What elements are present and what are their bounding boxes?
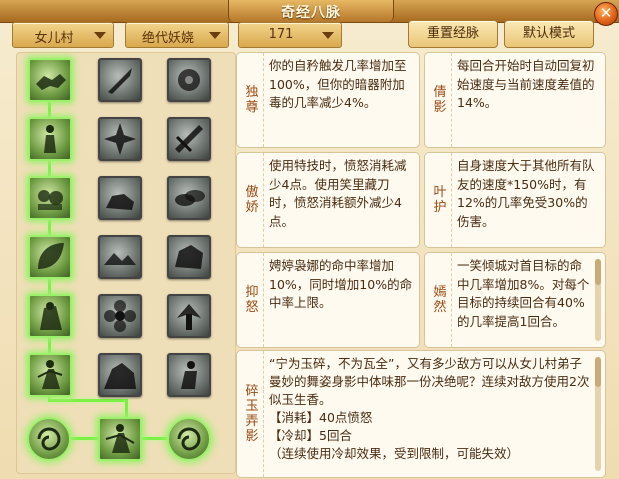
skill-node[interactable]: [167, 58, 211, 102]
scrollbar[interactable]: [595, 259, 601, 341]
skill-name: 独尊: [241, 53, 264, 147]
shuriken-icon: [104, 123, 136, 155]
skill-card: 独尊 你的自矜触发几率增加至100%，但你的暗器附加毒的几率减少4%。: [236, 52, 420, 148]
skill-node[interactable]: [28, 294, 72, 338]
skill-node[interactable]: [167, 294, 211, 338]
skill-desc: 每回合开始时自动回复初始速度与当前速度差值的14%。: [457, 58, 595, 110]
skill-desc: 娉婷袅娜的命中率增加10%，同时增加10%的命中率上限。: [269, 258, 413, 310]
blossom-icon: [178, 69, 200, 91]
cave-icon: [104, 363, 136, 389]
title-plate: 奇经八脉: [228, 0, 394, 22]
sword-slash-icon: [175, 125, 203, 153]
chevron-down-icon: [209, 32, 221, 39]
faction-value: 女儿村: [34, 31, 74, 46]
skill-node[interactable]: [28, 117, 72, 161]
detail-extra: （连续使用冷却效果，受到限制，可能失效）: [269, 446, 520, 461]
detail-name: 碎玉弄影: [241, 351, 264, 477]
default-mode-button[interactable]: 默认模式: [504, 20, 594, 48]
scrollbar[interactable]: [595, 357, 601, 471]
crouching-beast-icon: [106, 194, 134, 210]
detail-quote: “宁为玉碎，不为瓦全”，又有多少敌方可以从女儿村弟子曼妙的舞姿身影中体味那一份决…: [269, 356, 590, 407]
skill-node[interactable]: [28, 58, 72, 102]
reset-meridian-button[interactable]: 重置经脉: [408, 20, 498, 48]
skill-node[interactable]: [98, 353, 142, 397]
skill-node[interactable]: [28, 235, 72, 279]
detail-desc: “宁为玉碎，不为瓦全”，又有多少敌方可以从女儿村弟子曼妙的舞姿身影中体味那一份决…: [269, 355, 591, 463]
skill-node[interactable]: [167, 353, 211, 397]
skill-node[interactable]: [98, 58, 142, 102]
swirl-icon: [177, 427, 201, 451]
skill-desc: 一笑倾城对首目标的命中几率增加8%。对每个目标的持续回合有40%的几率提高1回合…: [457, 258, 590, 329]
swirl-node[interactable]: [167, 417, 211, 461]
kneeling-figure-icon: [181, 361, 197, 389]
window-title: 奇经八脉: [281, 5, 341, 21]
close-icon: ✕: [599, 4, 613, 22]
landscape-icon: [104, 253, 136, 265]
rock-icon: [175, 245, 203, 269]
flower-icon: [104, 300, 136, 332]
skill-node[interactable]: [98, 235, 142, 279]
skill-card: 嫣然 一笑倾城对首目标的命中几率增加8%。对每个目标的持续回合有40%的几率提高…: [424, 252, 606, 348]
skill-name: 抑怒: [241, 253, 264, 347]
skill-node[interactable]: [28, 353, 72, 397]
skill-card: 抑怒 娉婷袅娜的命中率增加10%，同时增加10%的命中率上限。: [236, 252, 420, 348]
scrollbar-thumb[interactable]: [595, 357, 601, 387]
chevron-down-icon: [322, 32, 334, 39]
skill-node[interactable]: [167, 176, 211, 220]
skill-name: 叶护: [429, 153, 452, 247]
winged-figure-icon: [177, 304, 201, 330]
clouds-icon: [175, 190, 205, 206]
scrollbar-thumb[interactable]: [595, 259, 601, 285]
skill-node[interactable]: [28, 176, 72, 220]
skill-desc: 使用特技时，愤怒消耗减少4点。使用笑里藏刀时，愤怒消耗额外减少4点。: [269, 158, 407, 229]
skill-desc: 你的自矜触发几率增加至100%，但你的暗器附加毒的几率减少4%。: [269, 58, 407, 110]
skill-card: 傲娇 使用特技时，愤怒消耗减少4点。使用笑里藏刀时，愤怒消耗额外减少4点。: [236, 152, 420, 248]
skill-detail-card: 碎玉弄影 “宁为玉碎，不为瓦全”，又有多少敌方可以从女儿村弟子曼妙的舞姿身影中体…: [236, 350, 606, 478]
skill-name: 嫣然: [429, 253, 452, 347]
skill-name: 倩影: [429, 53, 452, 147]
style-value: 绝代妖娆: [141, 31, 194, 46]
skill-name: 傲娇: [241, 153, 264, 247]
chevron-down-icon: [94, 32, 106, 39]
meditating-figure-icon: [44, 125, 56, 153]
skill-node[interactable]: [167, 117, 211, 161]
skill-node[interactable]: [98, 117, 142, 161]
meridian-grid: [16, 52, 236, 474]
dancer-icon: [105, 424, 135, 453]
swirl-icon: [37, 427, 61, 451]
hands-gathering-icon: [38, 190, 63, 210]
leaf-icon: [38, 243, 64, 269]
handshake-icon: [36, 74, 66, 90]
style-dropdown[interactable]: 绝代妖娆: [125, 22, 229, 48]
faction-dropdown[interactable]: 女儿村: [12, 22, 114, 48]
detail-cooldown: 【冷却】5回合: [269, 428, 352, 443]
close-button[interactable]: ✕: [594, 2, 618, 26]
skill-node[interactable]: [98, 294, 142, 338]
level-value: 171: [268, 27, 294, 42]
dagger-icon: [108, 68, 132, 94]
skill-node[interactable]: [98, 176, 142, 220]
skill-node[interactable]: [98, 417, 142, 461]
cloaked-figure-icon: [40, 302, 62, 330]
skill-desc: 自身速度大于其他所有队友的速度*150%时，有12%的几率免受30%的伤害。: [457, 158, 595, 229]
path-line: [48, 399, 128, 402]
skill-card: 叶护 自身速度大于其他所有队友的速度*150%时，有12%的几率免受30%的伤害…: [424, 152, 606, 248]
level-dropdown[interactable]: 171: [238, 22, 342, 48]
skill-node[interactable]: [167, 235, 211, 279]
dancer-icon: [37, 360, 63, 389]
meridian-window: 奇经八脉 ✕ 女儿村 绝代妖娆 171 重置经脉 默认模式 独尊 你的自矜触发几…: [0, 0, 619, 479]
swirl-node[interactable]: [27, 417, 71, 461]
skill-card: 倩影 每回合开始时自动回复初始速度与当前速度差值的14%。: [424, 52, 606, 148]
detail-cost: 【消耗】40点愤怒: [269, 410, 373, 425]
